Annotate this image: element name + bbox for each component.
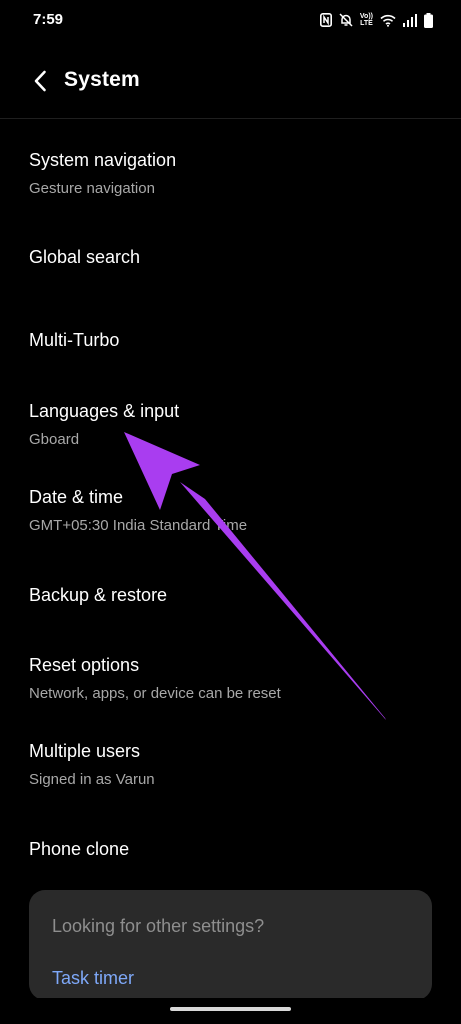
volte-bottom-label: LTE	[360, 20, 373, 27]
setting-subtitle: Network, apps, or device can be reset	[29, 685, 281, 702]
battery-icon	[424, 12, 433, 28]
status-time: 7:59	[33, 11, 64, 28]
setting-languages-input[interactable]: Languages & input Gboard	[0, 382, 461, 468]
wifi-icon	[380, 14, 396, 27]
setting-title: System navigation	[29, 150, 177, 170]
suggestion-card: Looking for other settings? Task timer	[29, 890, 432, 1000]
task-timer-link[interactable]: Task timer	[52, 968, 134, 989]
signal-icon	[403, 13, 417, 27]
mute-icon	[339, 13, 353, 27]
setting-subtitle: Gboard	[29, 431, 80, 448]
back-arrow-icon	[34, 70, 46, 92]
app-bar: System	[0, 52, 461, 108]
setting-reset-options[interactable]: Reset options Network, apps, or device c…	[0, 636, 461, 722]
setting-title: Global search	[29, 247, 141, 267]
setting-multiple-users[interactable]: Multiple users Signed in as Varun	[0, 722, 461, 808]
setting-system-navigation[interactable]: System navigation Gesture navigation	[0, 130, 461, 216]
page-title: System	[64, 68, 140, 91]
nfc-icon	[319, 13, 332, 27]
setting-backup-restore[interactable]: Backup & restore	[0, 560, 461, 632]
setting-title: Multiple users	[29, 741, 141, 761]
header-divider	[0, 118, 461, 119]
status-bar: 7:59 Vo)) LTE	[0, 0, 461, 40]
volte-top-label: Vo))	[359, 13, 373, 20]
setting-multi-turbo[interactable]: Multi-Turbo	[0, 304, 461, 376]
setting-date-time[interactable]: Date & time GMT+05:30 India Standard Tim…	[0, 468, 461, 554]
back-button[interactable]	[22, 66, 58, 96]
setting-title: Multi-Turbo	[29, 330, 120, 350]
home-indicator[interactable]	[170, 1007, 291, 1011]
volte-icon: Vo)) LTE	[360, 13, 373, 27]
setting-title: Backup & restore	[29, 585, 168, 605]
setting-title: Date & time	[29, 487, 124, 507]
navigation-bar	[0, 998, 461, 1024]
setting-subtitle: Signed in as Varun	[29, 771, 155, 788]
setting-global-search[interactable]: Global search	[0, 222, 461, 294]
status-icons: Vo)) LTE	[319, 10, 433, 30]
setting-subtitle: Gesture navigation	[29, 180, 155, 197]
setting-subtitle: GMT+05:30 India Standard Time	[29, 517, 248, 534]
setting-phone-clone[interactable]: Phone clone	[0, 814, 461, 886]
setting-title: Phone clone	[29, 839, 130, 859]
suggestion-heading: Looking for other settings?	[52, 916, 265, 936]
setting-title: Languages & input	[29, 401, 180, 421]
setting-title: Reset options	[29, 655, 140, 675]
